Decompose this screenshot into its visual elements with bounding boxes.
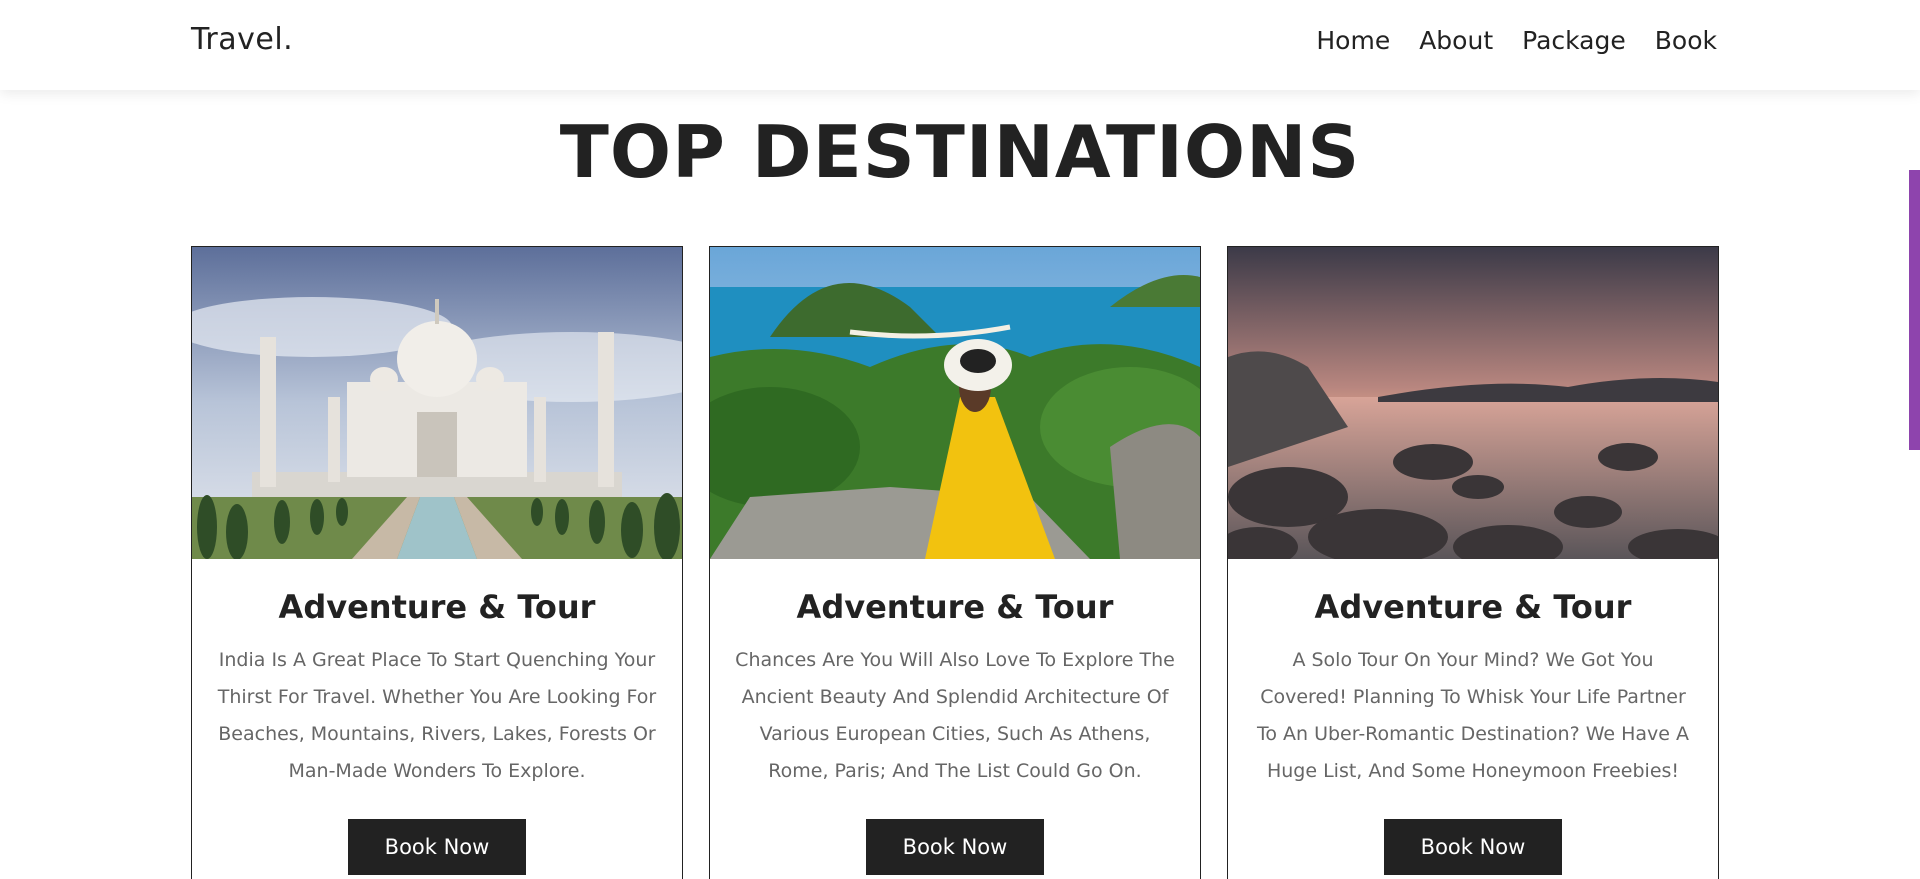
card-description: Chances Are You Will Also Love To Explor… [735,649,1175,782]
card-title: Adventure & Tour [278,588,596,626]
nav-link-package[interactable]: Package [1522,26,1626,55]
scroll-accent-bar [1909,170,1920,450]
destination-card: Adventure & Tour A Solo Tour On Your Min… [1227,246,1719,879]
destination-cards: Adventure & Tour India Is A Great Place … [191,246,1719,879]
navbar: Travel. Home About Package Book [0,0,1920,90]
card-description: A Solo Tour On Your Mind? We Got You Cov… [1256,649,1690,782]
card-title: Adventure & Tour [796,588,1114,626]
sunset-rocky-lake-photo [1228,247,1718,559]
nav-link-home[interactable]: Home [1316,26,1390,55]
book-now-button[interactable]: Book Now [348,819,526,875]
taj-mahal-photo [192,247,682,559]
nav-link-book[interactable]: Book [1655,26,1717,55]
section-title: TOP DESTINATIONS [559,110,1361,194]
sunset-lake-image [1228,247,1718,559]
island-image [710,247,1200,559]
nav-link-about[interactable]: About [1419,26,1493,55]
card-title: Adventure & Tour [1314,588,1632,626]
taj-mahal-image [192,247,682,559]
destination-card: Adventure & Tour India Is A Great Place … [191,246,683,879]
site-logo[interactable]: Travel. [191,22,293,57]
card-description: India Is A Great Place To Start Quenchin… [217,649,657,782]
book-now-button[interactable]: Book Now [1384,819,1562,875]
book-now-button[interactable]: Book Now [866,819,1044,875]
woman-yellow-dress-island-photo [710,247,1200,559]
destination-card: Adventure & Tour Chances Are You Will Al… [709,246,1201,879]
nav-links: Home About Package Book [1316,26,1717,55]
